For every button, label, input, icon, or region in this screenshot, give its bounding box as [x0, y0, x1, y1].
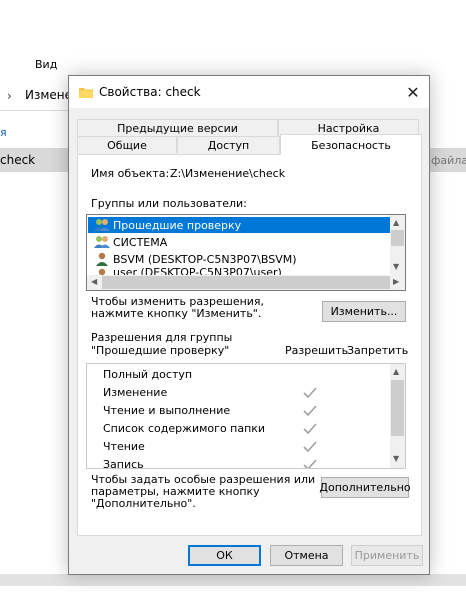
close-icon[interactable]: ✕	[399, 79, 427, 105]
permission-row-write: Запись	[103, 455, 313, 469]
change-button[interactable]: Изменить...	[322, 301, 406, 322]
properties-dialog: Свойства: check ✕ Предыдущие версии Наст…	[68, 75, 430, 575]
tab-general[interactable]: Общие	[77, 136, 177, 153]
permission-row-full-control: Полный доступ	[103, 365, 313, 383]
perm-group-label: Разрешения для группы	[91, 331, 233, 344]
scroll-left-icon[interactable]: ◀	[91, 277, 97, 286]
dialog-title: Свойства: check	[99, 85, 201, 99]
scroll-thumb[interactable]	[391, 230, 404, 246]
permission-label: Список содержимого папки	[103, 421, 266, 435]
user-item-system[interactable]: СИСТЕМА	[88, 234, 390, 250]
perm-group-name: "Прошедшие проверку"	[91, 344, 230, 357]
horizontal-scrollbar[interactable]	[0, 574, 466, 586]
object-name-value: Z:\Изменение\check	[170, 167, 286, 180]
folder-icon	[79, 88, 93, 98]
users-listbox[interactable]: Прошедшие проверку СИСТЕМА BSVM (DESKTOP…	[86, 214, 406, 291]
allow-check-icon	[303, 423, 317, 435]
dialog-titlebar[interactable]: Свойства: check ✕	[69, 76, 429, 108]
ok-button[interactable]: ОК	[188, 545, 261, 566]
scroll-thumb[interactable]	[102, 276, 390, 289]
address-chevron-icon[interactable]: ›	[7, 89, 12, 103]
groups-label: Группы или пользователи:	[91, 197, 247, 210]
nav-pane-item[interactable]: я	[0, 126, 7, 139]
scroll-down-icon[interactable]: ▼	[393, 262, 399, 271]
tab-previous-versions[interactable]: Предыдущие версии	[77, 119, 278, 136]
permission-row-read-execute: Чтение и выполнение	[103, 401, 313, 419]
user-item-label: Прошедшие проверку	[113, 218, 242, 232]
allow-check-icon	[303, 441, 317, 453]
allow-check-icon	[303, 459, 317, 468]
scroll-thumb[interactable]	[391, 380, 404, 436]
permissions-vertical-scrollbar[interactable]: ▲ ▼	[390, 364, 405, 468]
advanced-button[interactable]: Дополнительно	[319, 477, 411, 498]
scroll-right-icon[interactable]: ▶	[393, 277, 399, 286]
permissions-list: Полный доступ Изменение Чтение и выполне…	[86, 363, 406, 469]
user-item-label: СИСТЕМА	[113, 235, 168, 249]
permission-label: Запись	[103, 457, 144, 469]
user-icon	[96, 252, 108, 266]
permission-row-modify: Изменение	[103, 383, 313, 401]
permission-row-read: Чтение	[103, 437, 313, 455]
file-row-type: файла	[431, 154, 466, 167]
users-vertical-scrollbar[interactable]: ▲ ▼	[390, 215, 405, 276]
permission-label: Полный доступ	[103, 367, 193, 381]
advanced-hint: Чтобы задать особые разрешения или парам…	[91, 473, 316, 510]
tab-sharing[interactable]: Доступ	[177, 136, 280, 153]
group-icon	[94, 236, 110, 248]
group-icon	[94, 219, 110, 231]
file-row-name[interactable]: check	[0, 153, 35, 167]
allow-column-header: Разрешить	[285, 344, 349, 357]
user-item-label: BSVM (DESKTOP-C5N3P07\BSVM)	[113, 252, 297, 266]
menu-view[interactable]: Вид	[35, 58, 57, 71]
allow-check-icon	[303, 405, 317, 417]
tab-security[interactable]: Безопасность	[280, 134, 422, 155]
user-item-authenticated[interactable]: Прошедшие проверку	[88, 217, 390, 233]
cancel-button[interactable]: Отмена	[270, 545, 343, 566]
scroll-down-icon[interactable]: ▼	[393, 454, 399, 463]
user-item-bsvm[interactable]: BSVM (DESKTOP-C5N3P07\BSVM)	[88, 251, 390, 267]
apply-button[interactable]: Применить	[351, 545, 423, 566]
users-horizontal-scrollbar[interactable]: ◀ ▶	[87, 275, 405, 290]
address-divider	[0, 110, 70, 111]
object-name-label: Имя объекта:	[91, 167, 170, 180]
scroll-up-icon[interactable]: ▲	[393, 218, 399, 227]
permission-row-list-folder: Список содержимого папки	[103, 419, 313, 437]
allow-check-icon	[303, 387, 317, 399]
deny-column-header: Запретить	[347, 344, 409, 357]
permission-label: Чтение	[103, 439, 145, 453]
scroll-up-icon[interactable]: ▲	[393, 367, 399, 376]
permission-label: Чтение и выполнение	[103, 403, 231, 417]
permission-label: Изменение	[103, 385, 168, 399]
change-hint: Чтобы изменить разрешения, нажмите кнопк…	[91, 295, 265, 320]
